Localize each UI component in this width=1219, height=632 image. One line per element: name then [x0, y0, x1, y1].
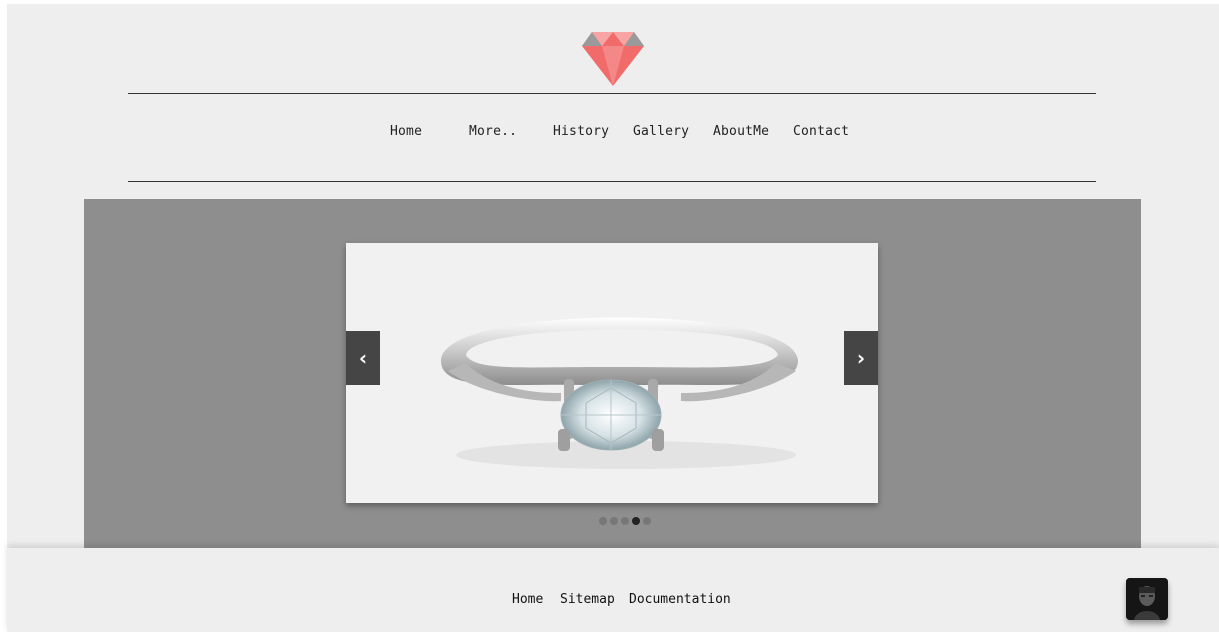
footer-link-home[interactable]: Home: [512, 592, 543, 607]
slider-dot-1[interactable]: [599, 517, 607, 525]
main-nav: Home More.. History Gallery AboutMe Cont…: [7, 124, 1219, 142]
nav-item-gallery[interactable]: Gallery: [633, 124, 689, 139]
nav-item-more[interactable]: More..: [469, 124, 517, 139]
footer-link-sitemap[interactable]: Sitemap: [560, 592, 615, 607]
nav-item-history[interactable]: History: [553, 124, 609, 139]
slider-dot-4[interactable]: [632, 517, 640, 525]
ring-image: [441, 317, 798, 469]
footer-link-documentation[interactable]: Documentation: [629, 592, 731, 607]
page: Home More.. History Gallery AboutMe Cont…: [7, 4, 1219, 632]
header-divider-top: [128, 93, 1096, 94]
chevron-left-icon[interactable]: ‹: [346, 331, 380, 385]
slider-dot-5[interactable]: [643, 517, 651, 525]
nav-item-contact[interactable]: Contact: [793, 124, 849, 139]
footer: Home Sitemap Documentation: [7, 548, 1219, 632]
slider-pagination: [599, 517, 651, 526]
avatar[interactable]: [1126, 578, 1168, 620]
hero-slider-section: ‹ ›: [84, 199, 1141, 548]
header-divider-bottom: [128, 181, 1096, 182]
slider-dot-2[interactable]: [610, 517, 618, 525]
slide-image-ring: ‹ ›: [346, 243, 878, 503]
slider-dot-3[interactable]: [621, 517, 629, 525]
nav-item-aboutme[interactable]: AboutMe: [713, 124, 769, 139]
chevron-right-icon[interactable]: ›: [844, 331, 878, 385]
diamond-icon[interactable]: [582, 32, 644, 86]
nav-item-home[interactable]: Home: [390, 124, 422, 139]
